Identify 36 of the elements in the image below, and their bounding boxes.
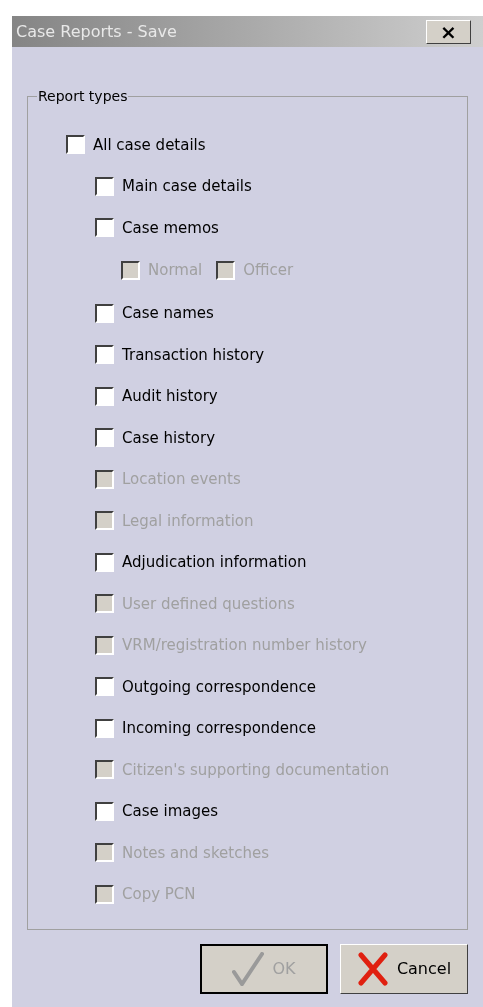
checkbox[interactable]: [66, 135, 85, 155]
checkbox-label: Location events: [122, 469, 241, 490]
checkbox-label: Incoming correspondence: [122, 718, 317, 739]
checkbox[interactable]: [95, 345, 114, 365]
checkbox[interactable]: [95, 552, 114, 572]
checkbox-label: User defined questions: [122, 593, 295, 615]
checkbox-label: Main case details: [122, 176, 252, 197]
checkbox-label: Audit history: [122, 386, 218, 407]
checkbox[interactable]: [95, 718, 114, 738]
checkbox[interactable]: [95, 218, 114, 238]
checkbox-label: Case images: [122, 801, 218, 822]
checkbox-label: Copy PCN: [122, 884, 196, 905]
cancel-button[interactable]: Cancel: [340, 944, 468, 994]
checkbox-label: Officer: [243, 260, 294, 282]
window-title: Case Reports - Save: [16, 20, 177, 43]
checkbox-label: Case history: [122, 427, 216, 449]
checkbox-label: Adjudication information: [122, 552, 307, 573]
checkbox[interactable]: [95, 801, 114, 821]
checkbox[interactable]: [95, 386, 114, 406]
checkbox-label: Normal: [148, 260, 203, 282]
checkbox-label: All case details: [93, 134, 206, 156]
checkbox-label: Notes and sketches: [122, 842, 269, 864]
cross-icon: [356, 952, 389, 986]
checkbox[interactable]: [95, 176, 114, 196]
checkbox-label: Transaction history: [122, 344, 265, 366]
checkbox-label: Case memos: [122, 217, 219, 239]
checkbox-label: Citizen's supporting documentation: [122, 759, 390, 781]
checkbox-label: VRM/registration number history: [122, 635, 367, 656]
checkbox[interactable]: [95, 677, 114, 697]
checkmark-icon: [232, 952, 265, 986]
checkbox-label: Case names: [122, 303, 214, 324]
checkbox-label: Legal information: [122, 510, 254, 532]
checkbox-label: Outgoing correspondence: [122, 676, 316, 698]
checkbox[interactable]: [95, 303, 114, 323]
close-button[interactable]: ×: [426, 19, 471, 44]
checkbox[interactable]: [95, 428, 114, 448]
